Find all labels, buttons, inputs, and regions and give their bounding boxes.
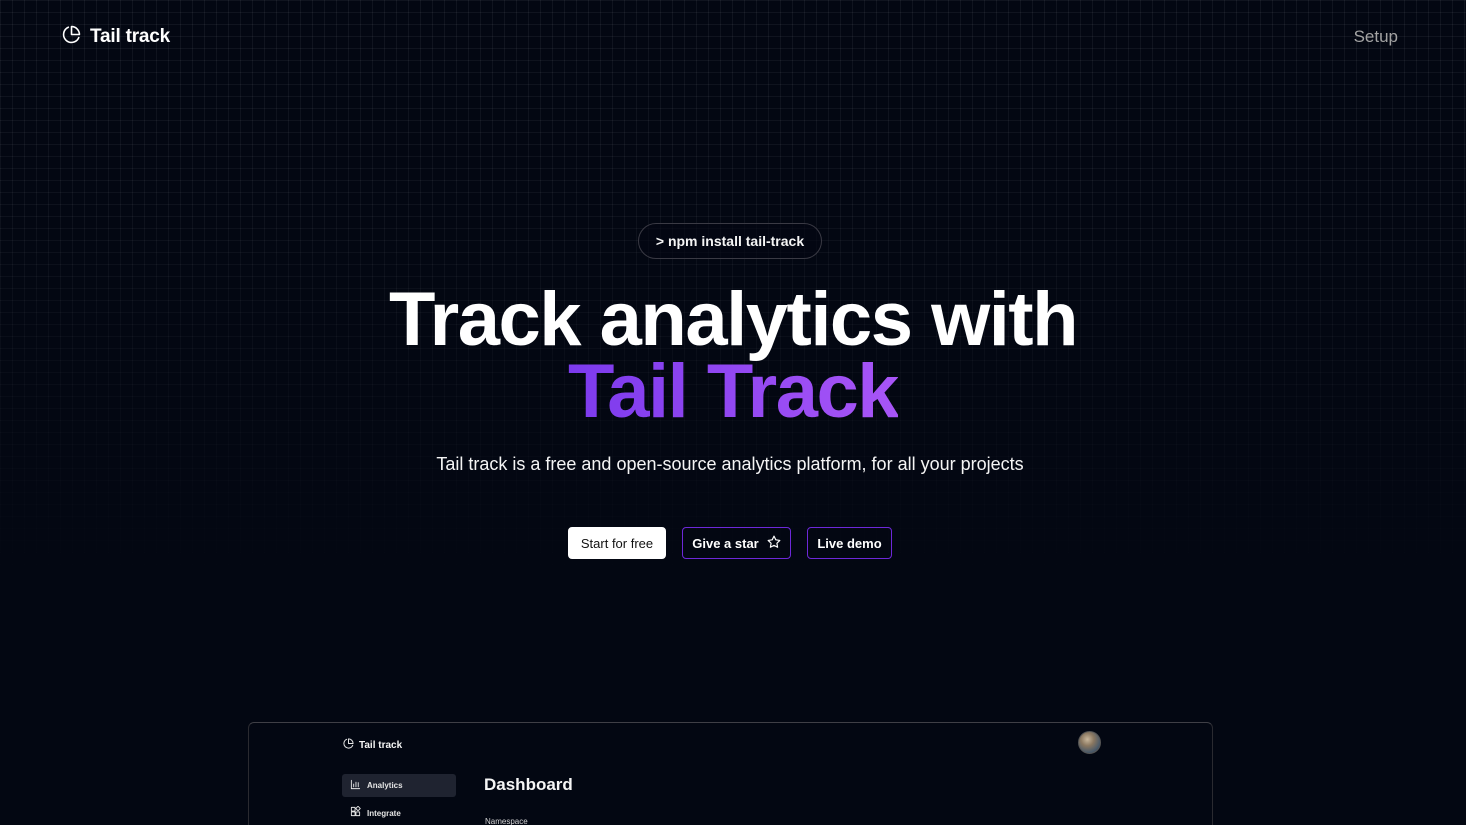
nav-logo[interactable]: Tail track bbox=[62, 25, 171, 49]
preview-logo: Tail track bbox=[343, 736, 402, 754]
give-a-star-button[interactable]: Give a star bbox=[682, 527, 791, 559]
preview-namespace-label: Namespace bbox=[485, 817, 528, 825]
hero-title-brand: Tail Track bbox=[567, 349, 900, 434]
preview-page-title: Dashboard bbox=[484, 775, 573, 794]
live-demo-button[interactable]: Live demo bbox=[807, 527, 892, 559]
star-icon bbox=[767, 535, 781, 552]
sidebar-item-label: Integrate bbox=[367, 808, 401, 818]
avatar bbox=[1078, 731, 1101, 754]
nav-setup-link[interactable]: Setup bbox=[1354, 27, 1398, 47]
pie-chart-icon bbox=[62, 25, 81, 49]
hero-title-line2: Tail Track bbox=[0, 354, 1466, 430]
sidebar-item-label: Analytics bbox=[367, 781, 403, 790]
sidebar-item-analytics: Analytics bbox=[342, 774, 456, 797]
start-for-free-button[interactable]: Start for free bbox=[568, 527, 666, 559]
nav-logo-text: Tail track bbox=[90, 26, 171, 47]
dashboard-preview: Tail track Analytics Integrate Dashboard… bbox=[248, 722, 1213, 825]
demo-button-label: Live demo bbox=[817, 535, 882, 551]
star-button-label: Give a star bbox=[692, 535, 759, 551]
pie-chart-icon bbox=[343, 736, 354, 754]
npm-install-badge[interactable]: > npm install tail-track bbox=[638, 223, 822, 259]
sidebar-item-integrate: Integrate bbox=[342, 803, 456, 823]
bar-chart-icon bbox=[350, 777, 361, 795]
start-button-label: Start for free bbox=[580, 535, 654, 551]
hero-subtitle: Tail track is a free and open-source ana… bbox=[436, 454, 1024, 474]
hero-title-line1: Track analytics with bbox=[388, 277, 1079, 362]
preview-logo-text: Tail track bbox=[359, 739, 403, 751]
integrate-icon bbox=[350, 804, 361, 822]
